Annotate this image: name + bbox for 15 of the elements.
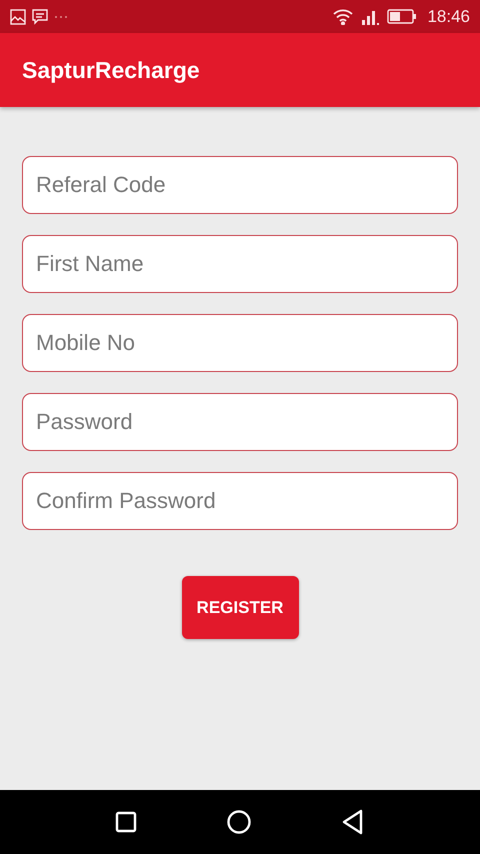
input-field[interactable]: Confirm Password <box>22 472 458 530</box>
image-icon <box>10 8 26 24</box>
register-button[interactable]: REGISTER <box>182 576 298 639</box>
input-field[interactable]: Referal Code <box>22 156 458 214</box>
input-field[interactable]: Password <box>22 393 458 451</box>
input-field[interactable]: First Name <box>22 235 458 293</box>
more-icon <box>54 14 68 18</box>
home-icon[interactable] <box>226 809 252 835</box>
message-icon <box>32 8 48 24</box>
status-time: 18:46 <box>427 6 470 26</box>
recents-icon[interactable] <box>114 811 137 833</box>
wifi-icon <box>333 8 354 24</box>
app-title: SapturRecharge <box>22 56 200 84</box>
input-field[interactable]: Mobile No <box>22 314 458 372</box>
battery-icon <box>387 9 418 24</box>
